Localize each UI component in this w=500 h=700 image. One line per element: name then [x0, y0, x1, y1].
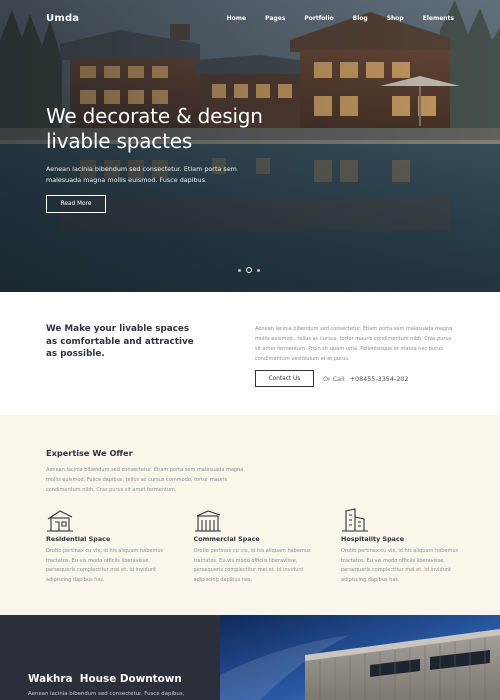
call-label: Or Call — [323, 375, 345, 383]
service-description: Orotio pertinax cu vix, id his aliquam h… — [341, 548, 459, 583]
featured-project-info: Wakhra House Downtown Aenean lacinia bib… — [0, 615, 220, 700]
featured-project-text: Aenean lacinia bibendum sed consectetur.… — [28, 691, 185, 697]
hero-title-line-2: livable spactes — [46, 129, 193, 153]
service-title: Commercial Space — [193, 535, 260, 543]
nav-link-portfolio[interactable]: Portfolio — [304, 15, 333, 22]
hospitality-building-icon — [342, 508, 368, 532]
hero-section: Umda Home Pages Portfolio Blog Shop Elem… — [0, 0, 500, 292]
slider-pagination — [238, 267, 260, 273]
contact-us-button[interactable]: Contact Us — [255, 370, 314, 387]
service-title: Hospitality Space — [341, 535, 405, 543]
service-residential: Residential Space Orotio pertinax cu vix… — [46, 507, 171, 585]
nav-link-pages[interactable]: Pages — [265, 15, 285, 22]
service-description: Orotio pertinax cu vix, id his aliquam h… — [193, 548, 311, 583]
featured-building-image — [220, 615, 500, 700]
slider-dot-1[interactable] — [238, 268, 241, 272]
hero-title: We decorate & design livable spactes — [46, 104, 306, 154]
service-description: Orotio pertinax cu vix, id his aliquam h… — [46, 548, 164, 583]
residential-building-icon — [47, 510, 73, 532]
slider-dot-3[interactable] — [257, 268, 260, 272]
nav-link-home[interactable]: Home — [227, 15, 246, 22]
featured-project-image-wrap — [220, 615, 500, 700]
expertise-paragraph: Aenean lacinia bibendum sed consectetur.… — [46, 467, 244, 493]
service-commercial: Commercial Space Orotio pertinax cu vix,… — [194, 507, 319, 585]
phone-number[interactable]: +08455-3354-202 — [350, 375, 409, 383]
intro-section: We Make your livable spaces as comfortab… — [0, 292, 500, 415]
hero-title-line-1: We decorate & design — [46, 104, 263, 128]
nav-menu: Home Pages Portfolio Blog Shop Elements — [208, 15, 454, 22]
featured-project-title: Wakhra House Downtown — [28, 673, 182, 685]
intro-paragraph: Aenean lacinia bibendum sed consectetur.… — [255, 326, 453, 362]
slider-dot-2-active[interactable] — [246, 267, 252, 273]
brand-logo[interactable]: Umda — [46, 13, 79, 24]
hero-subtitle: Aenean lacinia bibendum sed consectetur.… — [46, 165, 237, 184]
read-more-button[interactable]: Read More — [46, 195, 106, 213]
expertise-section: Expertise We Offer Aenean lacinia bibend… — [0, 415, 500, 615]
nav-link-blog[interactable]: Blog — [353, 15, 368, 22]
featured-project-section: Wakhra House Downtown Aenean lacinia bib… — [0, 615, 500, 700]
call-info: Or Call +08455-3354-202 — [323, 375, 408, 383]
service-hospitality: Hospitality Space Orotio pertinax cu vix… — [341, 507, 466, 585]
nav-link-shop[interactable]: Shop — [387, 15, 404, 22]
expertise-title: Expertise We Offer — [46, 448, 133, 458]
services-list: Residential Space Orotio pertinax cu vix… — [46, 507, 466, 585]
commercial-building-icon — [194, 510, 221, 532]
intro-heading: We Make your livable spaces as comfortab… — [46, 324, 194, 359]
top-navigation: Umda Home Pages Portfolio Blog Shop Elem… — [46, 10, 454, 26]
service-title: Residential Space — [46, 535, 111, 543]
nav-link-elements[interactable]: Elements — [423, 15, 454, 22]
